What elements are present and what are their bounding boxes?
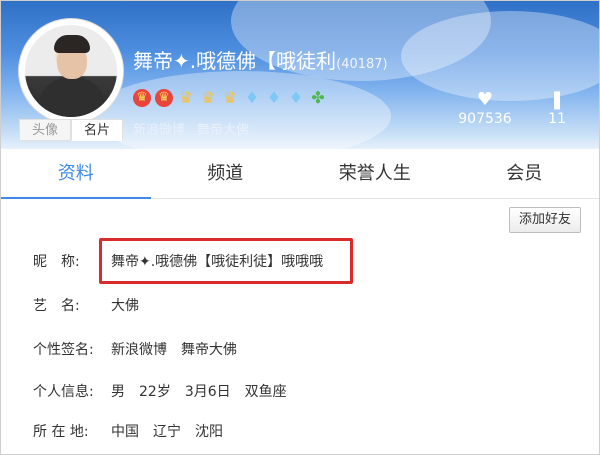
avatar[interactable] [19, 19, 123, 123]
fans-stat[interactable]: ❚ 11 [537, 89, 577, 127]
crown-gold-icon[interactable]: ♛ [221, 89, 239, 107]
fan-badge-icon: ❚ [549, 89, 565, 110]
tab-profile[interactable]: 资料 [1, 149, 151, 199]
info-row-nickname: 昵 称: 舞帝✦.哦德佛【哦徒利徒】哦哦哦 [33, 251, 323, 271]
tab-membership[interactable]: 会员 [450, 149, 600, 198]
location-label: 所 在 地: [33, 424, 89, 440]
diamond-icon[interactable]: ♦ [243, 89, 261, 107]
add-friend-button[interactable]: 添加好友 [509, 207, 581, 233]
avatar-tab-card[interactable]: 名片 [71, 119, 123, 141]
avatar-image [25, 25, 117, 117]
tab-channel[interactable]: 频道 [151, 149, 301, 198]
likes-stat[interactable]: ♥ 907536 [453, 89, 517, 127]
tab-honors[interactable]: 荣誉人生 [300, 149, 450, 198]
avatar-tab-photo[interactable]: 头像 [19, 119, 71, 141]
weibo-link[interactable]: 新浪微博 [133, 119, 185, 138]
badge-row: ♛ ♛ ♛ ♛ ♛ ♦ ♦ ♦ ✤ [133, 89, 327, 107]
crown-red-icon[interactable]: ♛ [133, 89, 151, 107]
channel-link[interactable]: 舞帝大佛 [197, 119, 249, 138]
diamond-icon[interactable]: ♦ [265, 89, 283, 107]
info-row-stage-name: 艺 名: 大佛 [33, 295, 139, 315]
profile-tabs: 资料 频道 荣誉人生 会员 [1, 149, 599, 199]
likes-count: 907536 [458, 111, 512, 127]
personal-info-label: 个人信息: [33, 384, 94, 400]
stage-name-value: 大佛 [111, 298, 139, 314]
nickname-label: 昵 称: [33, 254, 80, 270]
info-row-location: 所 在 地: 中国 辽宁 沈阳 [33, 421, 223, 441]
profile-nickname: 舞帝✦.哦德佛【哦徒利(40187) [133, 45, 388, 74]
personal-info-value: 男 22岁 3月6日 双鱼座 [111, 384, 287, 400]
fans-count: 11 [548, 111, 566, 127]
user-id: (40187) [336, 57, 388, 72]
diamond-icon[interactable]: ♦ [287, 89, 305, 107]
nickname-text: 舞帝✦.哦德佛【哦徒利 [133, 49, 337, 73]
heart-icon: ♥ [476, 89, 494, 110]
stage-name-label: 艺 名: [33, 298, 80, 314]
profile-header: 头像 名片 舞帝✦.哦德佛【哦徒利(40187) ♛ ♛ ♛ ♛ ♛ ♦ ♦ ♦… [1, 1, 599, 149]
cloud-decoration [401, 11, 599, 101]
crown-gold-icon[interactable]: ♛ [177, 89, 195, 107]
info-row-signature: 个性签名: 新浪微博 舞帝大佛 [33, 339, 237, 359]
avatar-tabs: 头像 名片 [19, 119, 123, 141]
info-row-personal: 个人信息: 男 22岁 3月6日 双鱼座 [33, 381, 287, 401]
signature-value: 新浪微博 舞帝大佛 [111, 342, 237, 358]
nickname-value: 舞帝✦.哦德佛【哦徒利徒】哦哦哦 [111, 254, 324, 270]
crown-gold-icon[interactable]: ♛ [199, 89, 217, 107]
location-value: 中国 辽宁 沈阳 [111, 424, 223, 440]
signature-label: 个性签名: [33, 342, 94, 358]
profile-links: 新浪微博 舞帝大佛 [133, 119, 249, 138]
leaf-icon[interactable]: ✤ [309, 89, 327, 107]
crown-red-icon[interactable]: ♛ [155, 89, 173, 107]
